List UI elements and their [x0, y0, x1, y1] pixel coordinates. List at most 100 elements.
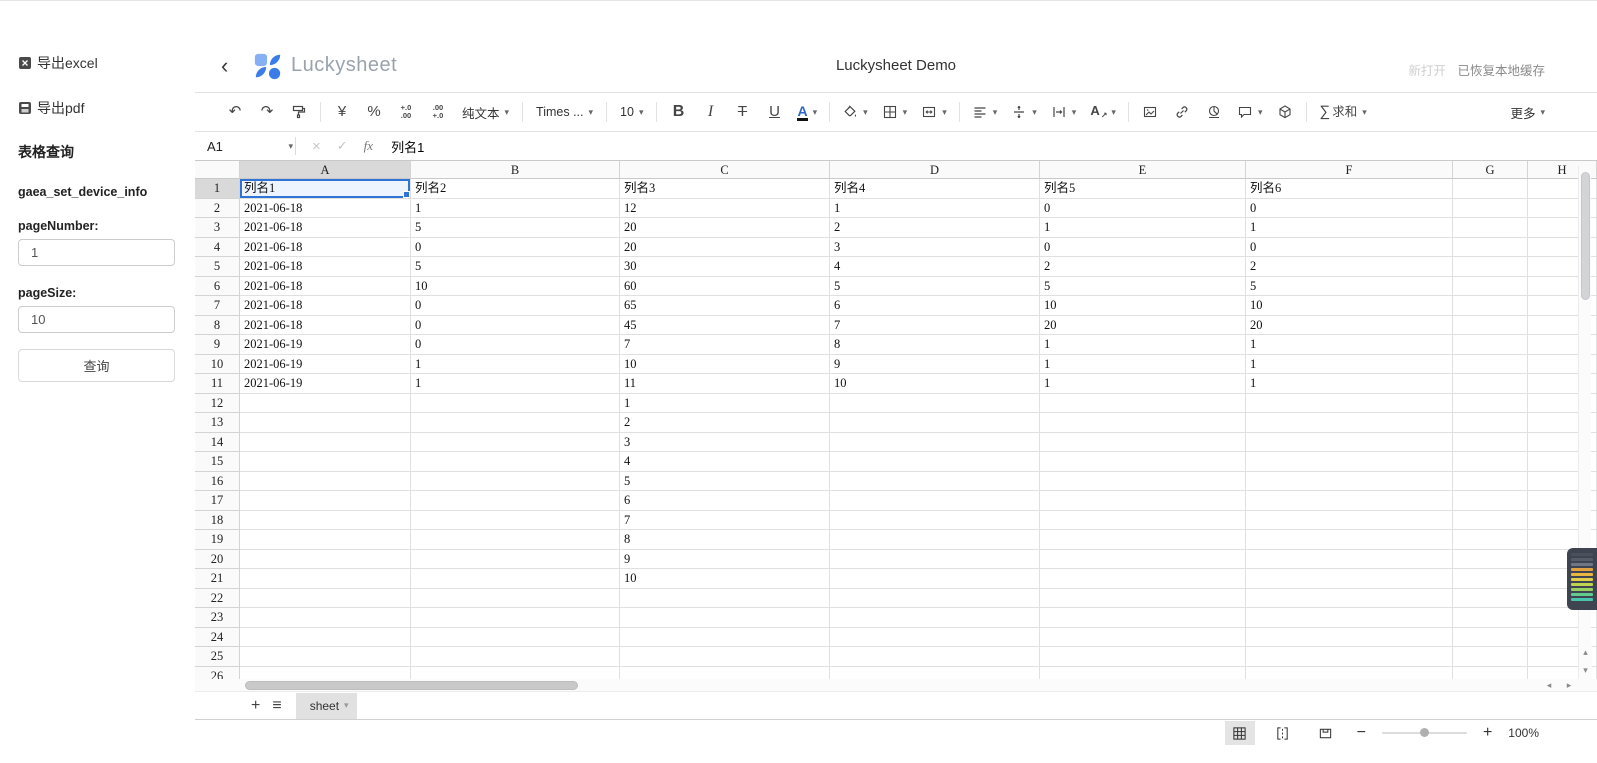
vertical-align-button[interactable]: ▾ [1004, 93, 1044, 131]
cell-G18[interactable] [1453, 511, 1528, 531]
cell-B23[interactable] [411, 608, 620, 628]
row-header-25[interactable]: 25 [195, 647, 240, 667]
cell-G4[interactable] [1453, 238, 1528, 258]
cell-F16[interactable] [1246, 472, 1453, 492]
scroll-down-icon[interactable]: ▾ [1579, 662, 1592, 678]
row-header-8[interactable]: 8 [195, 316, 240, 336]
row-header-21[interactable]: 21 [195, 569, 240, 589]
cell-D26[interactable] [830, 667, 1040, 680]
cell-C24[interactable] [620, 628, 830, 648]
cell-A16[interactable] [240, 472, 411, 492]
cell-E3[interactable]: 1 [1040, 218, 1246, 238]
column-header-F[interactable]: F [1246, 161, 1453, 179]
horizontal-scrollbar[interactable]: ◂ ▸ [195, 679, 1597, 692]
cell-E12[interactable] [1040, 394, 1246, 414]
row-header-26[interactable]: 26 [195, 667, 240, 680]
row-header-18[interactable]: 18 [195, 511, 240, 531]
cell-B21[interactable] [411, 569, 620, 589]
cell-A4[interactable]: 2021-06-18 [240, 238, 411, 258]
cell-C2[interactable]: 12 [620, 199, 830, 219]
cell-D2[interactable]: 1 [830, 199, 1040, 219]
cell-C8[interactable]: 45 [620, 316, 830, 336]
decrease-decimal-button[interactable]: +.0 .00 [390, 104, 422, 120]
text-rotate-button[interactable]: A↗ ▾ [1083, 92, 1123, 132]
page-break-view-button[interactable] [1268, 721, 1298, 745]
cell-E14[interactable] [1040, 433, 1246, 453]
cell-C13[interactable]: 2 [620, 413, 830, 433]
cell-F9[interactable]: 1 [1246, 335, 1453, 355]
cell-B26[interactable] [411, 667, 620, 680]
cell-C26[interactable] [620, 667, 830, 680]
cell-G16[interactable] [1453, 472, 1528, 492]
redo-button[interactable]: ↷ [251, 93, 283, 131]
row-header-15[interactable]: 15 [195, 452, 240, 472]
cell-F10[interactable]: 1 [1246, 355, 1453, 375]
cell-A1[interactable]: 列名1 [240, 179, 411, 199]
font-color-button[interactable]: A ▾ [790, 93, 824, 131]
cell-D17[interactable] [830, 491, 1040, 511]
cell-A21[interactable] [240, 569, 411, 589]
cell-E19[interactable] [1040, 530, 1246, 550]
cell-F7[interactable]: 10 [1246, 296, 1453, 316]
row-header-16[interactable]: 16 [195, 472, 240, 492]
cell-G14[interactable] [1453, 433, 1528, 453]
cell-B22[interactable] [411, 589, 620, 609]
export-excel-button[interactable]: 导出excel [18, 53, 175, 73]
fill-color-button[interactable]: ▾ [835, 93, 875, 131]
cell-F8[interactable]: 20 [1246, 316, 1453, 336]
row-header-20[interactable]: 20 [195, 550, 240, 570]
row-header-19[interactable]: 19 [195, 530, 240, 550]
row-header-7[interactable]: 7 [195, 296, 240, 316]
cell-F18[interactable] [1246, 511, 1453, 531]
insert-image-button[interactable] [1134, 104, 1166, 120]
row-header-23[interactable]: 23 [195, 608, 240, 628]
fx-icon[interactable]: fx [356, 138, 381, 154]
horizontal-scrollbar-thumb[interactable] [245, 681, 578, 690]
cell-B13[interactable] [411, 413, 620, 433]
cell-D3[interactable]: 2 [830, 218, 1040, 238]
cell-F21[interactable] [1246, 569, 1453, 589]
scroll-up-icon[interactable]: ▴ [1579, 644, 1592, 660]
cell-D7[interactable]: 6 [830, 296, 1040, 316]
cell-F24[interactable] [1246, 628, 1453, 648]
row-header-2[interactable]: 2 [195, 199, 240, 219]
cell-C17[interactable]: 6 [620, 491, 830, 511]
cell-F12[interactable] [1246, 394, 1453, 414]
page-size-input[interactable] [18, 306, 175, 333]
row-header-5[interactable]: 5 [195, 257, 240, 277]
cell-G15[interactable] [1453, 452, 1528, 472]
zoom-out-button[interactable]: − [1354, 724, 1369, 742]
row-header-22[interactable]: 22 [195, 589, 240, 609]
cell-A3[interactable]: 2021-06-18 [240, 218, 411, 238]
cell-C23[interactable] [620, 608, 830, 628]
fill-handle[interactable] [403, 191, 410, 198]
row-header-12[interactable]: 12 [195, 394, 240, 414]
cell-D11[interactable]: 10 [830, 374, 1040, 394]
cell-E9[interactable]: 1 [1040, 335, 1246, 355]
cell-A14[interactable] [240, 433, 411, 453]
underline-button[interactable]: U [758, 93, 790, 131]
cell-D1[interactable]: 列名4 [830, 179, 1040, 199]
insert-chart-button[interactable] [1198, 104, 1230, 120]
cell-F14[interactable] [1246, 433, 1453, 453]
normal-view-button[interactable] [1225, 721, 1255, 745]
cell-C15[interactable]: 4 [620, 452, 830, 472]
cell-B1[interactable]: 列名2 [411, 179, 620, 199]
cell-E16[interactable] [1040, 472, 1246, 492]
cell-D13[interactable] [830, 413, 1040, 433]
cell-F6[interactable]: 5 [1246, 277, 1453, 297]
data-verification-button[interactable] [1269, 104, 1301, 120]
cell-C20[interactable]: 9 [620, 550, 830, 570]
cell-C7[interactable]: 65 [620, 296, 830, 316]
cell-E4[interactable]: 0 [1040, 238, 1246, 258]
row-header-4[interactable]: 4 [195, 238, 240, 258]
cell-B24[interactable] [411, 628, 620, 648]
add-sheet-button[interactable]: + [245, 693, 266, 719]
cell-B19[interactable] [411, 530, 620, 550]
cell-G23[interactable] [1453, 608, 1528, 628]
cell-G24[interactable] [1453, 628, 1528, 648]
cell-C10[interactable]: 10 [620, 355, 830, 375]
cell-G19[interactable] [1453, 530, 1528, 550]
cell-C12[interactable]: 1 [620, 394, 830, 414]
cell-D18[interactable] [830, 511, 1040, 531]
